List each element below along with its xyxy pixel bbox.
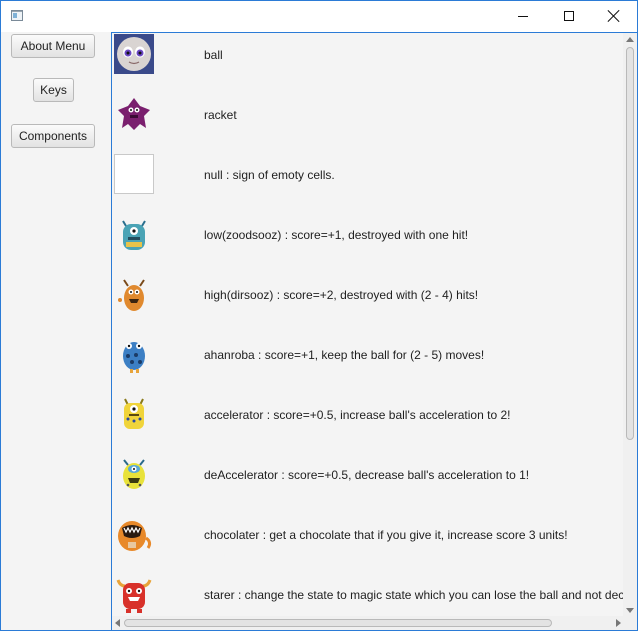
horizontal-scrollbar[interactable] <box>112 616 624 630</box>
component-description: ball <box>204 48 223 62</box>
component-description: null : sign of emoty cells. <box>204 168 335 182</box>
scroll-left-icon[interactable] <box>115 619 120 627</box>
vertical-scroll-thumb[interactable] <box>626 47 634 440</box>
list-item: ball <box>112 34 622 94</box>
application-window: About Menu Keys Components ball racket n… <box>0 0 638 631</box>
component-description: accelerator : score=+0.5, increase ball'… <box>204 408 511 422</box>
component-description: chocolater : get a chocolate that if you… <box>204 528 568 542</box>
list-item: racket <box>112 94 622 154</box>
list-item: accelerator : score=+0.5, increase ball'… <box>112 394 622 454</box>
maximize-icon <box>564 11 574 21</box>
list-item: null : sign of emoty cells. <box>112 154 622 214</box>
minimize-icon <box>518 16 528 17</box>
component-description: high(dirsooz) : score=+2, destroyed with… <box>204 288 479 302</box>
deaccelerator-monster-icon <box>114 454 154 494</box>
list-item: ahanroba : score=+1, keep the ball for (… <box>112 334 622 394</box>
component-description: racket <box>204 108 237 122</box>
maximize-button[interactable] <box>546 1 592 32</box>
about-menu-button[interactable]: About Menu <box>11 34 95 58</box>
app-icon <box>11 10 23 21</box>
component-description: starer : change the state to magic state… <box>204 588 629 602</box>
component-description: deAccelerator : score=+0.5, decrease bal… <box>204 468 530 482</box>
keys-button[interactable]: Keys <box>33 78 74 102</box>
chocolater-monster-icon <box>114 514 154 554</box>
scroll-up-icon[interactable] <box>626 37 634 42</box>
title-bar <box>1 1 637 32</box>
list-item: chocolater : get a chocolate that if you… <box>112 514 622 574</box>
horizontal-scroll-thumb[interactable] <box>124 619 552 627</box>
scroll-down-icon[interactable] <box>626 608 634 613</box>
component-description: low(zoodsooz) : score=+1, destroyed with… <box>204 228 469 242</box>
sidebar: About Menu Keys Components <box>1 32 111 630</box>
components-button[interactable]: Components <box>11 124 95 148</box>
accelerator-monster-icon <box>114 394 154 434</box>
vertical-scrollbar[interactable] <box>623 33 637 617</box>
ahanroba-monster-icon <box>114 334 154 374</box>
empty-cell-icon <box>114 154 154 194</box>
dirsooz-monster-icon <box>114 274 154 314</box>
list-item: low(zoodsooz) : score=+1, destroyed with… <box>112 214 622 274</box>
starer-monster-icon <box>114 574 154 614</box>
racket-monster-icon <box>114 94 154 134</box>
zoodsooz-monster-icon <box>114 214 154 254</box>
minimize-button[interactable] <box>500 1 546 32</box>
close-button[interactable] <box>591 1 637 32</box>
component-description: ahanroba : score=+1, keep the ball for (… <box>204 348 485 362</box>
components-list-panel: ball racket null : sign of emoty cells. <box>111 32 637 630</box>
list-item: high(dirsooz) : score=+2, destroyed with… <box>112 274 622 334</box>
scrollbar-corner <box>623 616 637 630</box>
close-icon <box>608 10 620 22</box>
ball-monster-icon <box>114 34 154 74</box>
list-item: deAccelerator : score=+0.5, decrease bal… <box>112 454 622 514</box>
scroll-right-icon[interactable] <box>616 619 621 627</box>
